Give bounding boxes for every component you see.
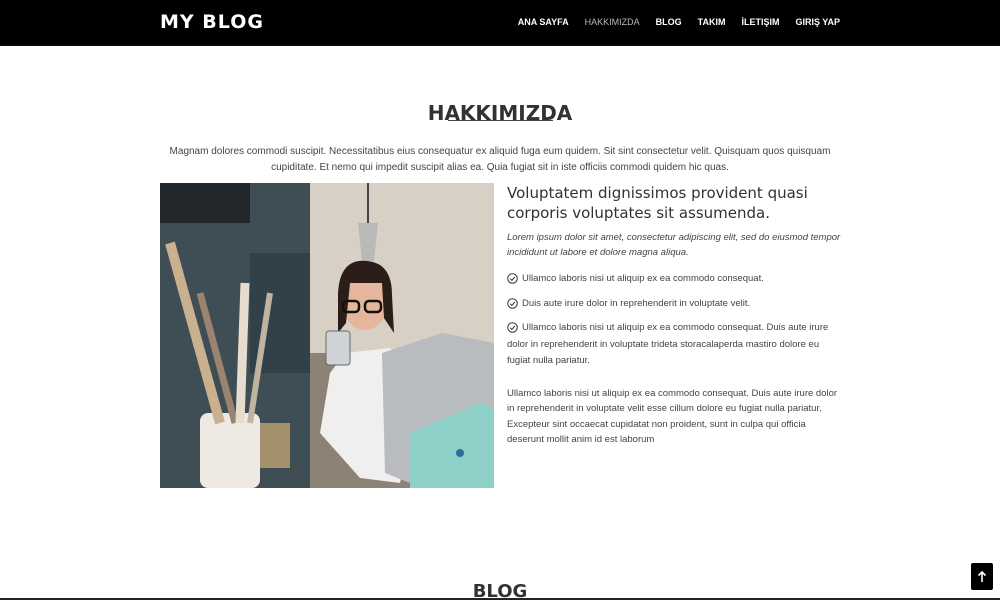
nav-blog[interactable]: BLOG — [656, 17, 682, 27]
nav-iletisim[interactable]: İLETIŞIM — [741, 17, 779, 27]
check-circle-icon — [507, 322, 518, 333]
nav-takim[interactable]: TAKIM — [698, 17, 726, 27]
about-lead: Lorem ipsum dolor sit amet, consectetur … — [507, 232, 841, 258]
nav-ana-sayfa[interactable]: ANA SAYFA — [518, 17, 569, 27]
list-item-text: Ullamco laboris nisi ut aliquip ex ea co… — [522, 273, 764, 284]
title-underline — [448, 120, 553, 121]
back-to-top-button[interactable] — [971, 563, 993, 590]
feature-list: Ullamco laboris nisi ut aliquip ex ea co… — [507, 271, 842, 370]
office-woman-photo — [160, 183, 494, 488]
check-circle-icon — [507, 297, 518, 309]
navbar: MY BLOG ANA SAYFA HAKKIMIZDA BLOG TAKIM … — [0, 0, 1000, 46]
about-photo — [160, 183, 494, 488]
list-item: Ullamco laboris nisi ut aliquip ex ea co… — [507, 271, 842, 288]
about-content: Voluptatem dignissimos provident quasi c… — [507, 183, 842, 448]
about-paragraph: Ullamco laboris nisi ut aliquip ex ea co… — [507, 387, 838, 446]
nav-hakkimizda[interactable]: HAKKIMIZDA — [585, 17, 640, 27]
arrow-up-icon — [977, 570, 987, 582]
list-item: Duis aute irure dolor in reprehenderit i… — [507, 296, 842, 313]
list-item-text: Duis aute irure dolor in reprehenderit i… — [522, 297, 751, 309]
main-menu: ANA SAYFA HAKKIMIZDA BLOG TAKIM İLETIŞIM… — [518, 17, 840, 27]
brand-logo[interactable]: MY BLOG — [160, 11, 264, 33]
list-item-text: Ullamco laboris nisi ut aliquip ex ea co… — [507, 322, 829, 366]
about-heading: Voluptatem dignissimos provident quasi c… — [507, 184, 808, 222]
list-item: Ullamco laboris nisi ut aliquip ex ea co… — [507, 320, 842, 370]
nav-giris-yap[interactable]: GIRIŞ YAP — [795, 17, 840, 27]
about-intro: Magnam dolores commodi suscipit. Necessi… — [169, 146, 831, 173]
check-circle-icon — [507, 273, 518, 284]
